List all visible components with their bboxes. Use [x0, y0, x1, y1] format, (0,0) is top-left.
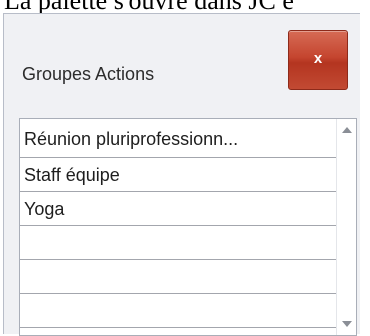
palette-title: Groupes Actions [22, 64, 155, 84]
groupes-actions-palette: Groupes Actions x Réunion pluriprofessio… [3, 13, 360, 336]
list-item[interactable] [20, 226, 337, 260]
list-rows: Réunion pluriprofessionn... Staff équipe… [20, 119, 337, 328]
list-item[interactable]: Staff équipe [20, 158, 337, 192]
list-item[interactable]: Réunion pluriprofessionn... [20, 119, 337, 158]
vertical-scrollbar[interactable] [336, 119, 356, 335]
list-item[interactable]: Yoga [20, 192, 337, 226]
groupes-list[interactable]: Réunion pluriprofessionn... Staff équipe… [19, 118, 357, 336]
close-button[interactable]: x [288, 30, 348, 90]
close-icon: x [313, 50, 323, 67]
list-item[interactable] [20, 294, 337, 328]
scroll-up-arrow-icon[interactable] [342, 127, 352, 133]
scroll-down-arrow-icon[interactable] [342, 321, 352, 327]
list-item[interactable] [20, 260, 337, 294]
